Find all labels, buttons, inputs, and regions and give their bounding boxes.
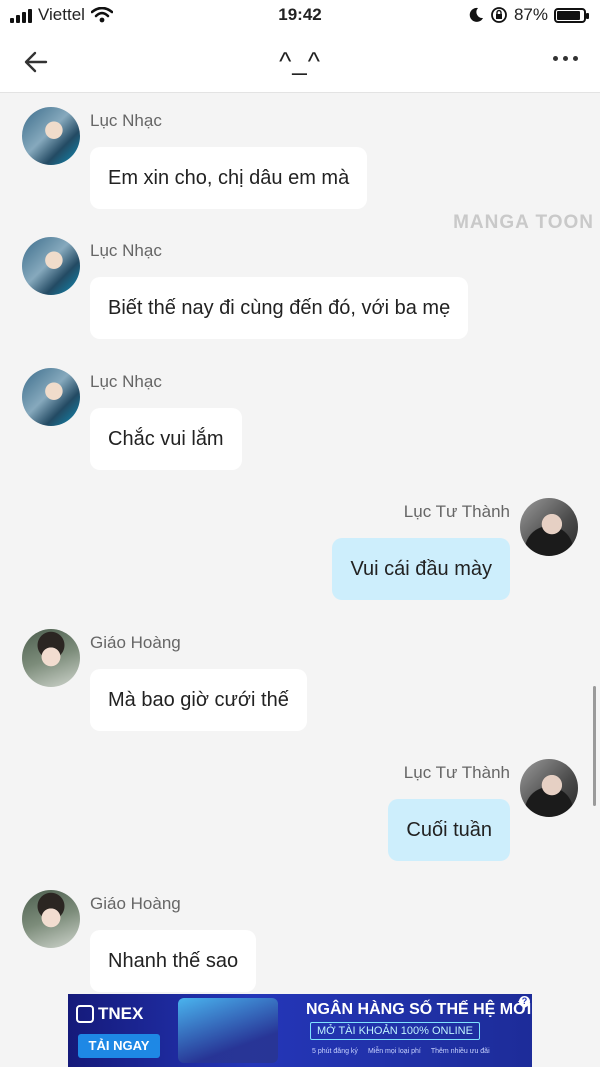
more-options-icon[interactable] — [553, 56, 578, 61]
battery-icon — [554, 7, 589, 23]
ad-brand-logo: TNEX — [76, 1004, 143, 1024]
ad-subline: MỞ TÀI KHOẢN 100% ONLINE — [310, 1022, 480, 1040]
chat-header: ^_^ — [0, 32, 600, 93]
message-bubble[interactable]: Vui cái đầu mày — [332, 538, 510, 600]
message-item: Giáo Hoàng Nhanh thế sao — [22, 876, 472, 996]
message-bubble[interactable]: Mà bao giờ cưới thế — [90, 669, 307, 731]
message-item: Lục Nhạc Chắc vui lắm — [22, 354, 472, 474]
message-bubble[interactable]: Biết thế nay đi cùng đến đó, với ba mẹ — [90, 277, 469, 339]
sender-avatar[interactable] — [22, 629, 80, 687]
sender-avatar[interactable] — [22, 890, 80, 948]
message-bubble[interactable]: Chắc vui lắm — [90, 408, 242, 470]
sender-name: Giáo Hoàng — [90, 894, 181, 913]
ad-feature: 5 phút đăng ký — [312, 1048, 358, 1055]
sender-name: Lục Nhạc — [90, 111, 162, 130]
message-item: Lục Tư Thành Vui cái đầu mày — [128, 484, 578, 604]
message-list[interactable]: Lục Nhạc Em xin cho, chị dâu em mà Lục N… — [0, 93, 600, 993]
message-item: Lục Nhạc Biết thế nay đi cùng đến đó, vớ… — [22, 223, 482, 343]
ad-headline: NGÂN HÀNG SỐ THẾ HỆ MỚI — [306, 1001, 532, 1018]
status-indicators: 87% — [468, 5, 589, 25]
sender-avatar[interactable] — [520, 759, 578, 817]
chat-title: ^_^ — [279, 46, 321, 76]
sender-name: Lục Nhạc — [90, 241, 162, 260]
rotation-lock-icon — [491, 7, 507, 23]
sender-avatar[interactable] — [22, 368, 80, 426]
sender-avatar[interactable] — [520, 498, 578, 556]
message-item: Giáo Hoàng Mà bao giờ cưới thế — [22, 615, 472, 735]
do-not-disturb-moon-icon — [469, 7, 483, 22]
ad-banner[interactable]: TNEX TẢI NGAY NGÂN HÀNG SỐ THẾ HỆ MỚI MỞ… — [68, 994, 532, 1067]
ad-feature: Thêm nhiều ưu đãi — [430, 1048, 490, 1055]
ad-info-icon[interactable]: ? — [519, 996, 530, 1007]
ad-phone-illustration — [178, 998, 278, 1063]
tnex-logo-icon — [76, 1005, 94, 1023]
ad-brand-name: TNEX — [98, 1004, 144, 1023]
sender-avatar[interactable] — [22, 237, 80, 295]
status-bar: Viettel 19:42 87% — [0, 0, 600, 32]
message-item: Lục Nhạc Em xin cho, chị dâu em mà — [22, 93, 472, 213]
ad-download-button[interactable]: TẢI NGAY — [78, 1034, 160, 1058]
message-item: Lục Tư Thành Cuối tuần — [128, 745, 578, 865]
message-bubble[interactable]: Nhanh thế sao — [90, 930, 257, 992]
battery-percent: 87% — [513, 5, 548, 24]
ad-features: 5 phút đăng ký Miễn mọi loại phí Thêm nh… — [312, 1048, 490, 1055]
sender-avatar[interactable] — [22, 107, 80, 165]
sender-name: Lục Tư Thành — [403, 502, 510, 521]
message-bubble[interactable]: Em xin cho, chị dâu em mà — [90, 147, 368, 209]
sender-name: Lục Tư Thành — [403, 763, 510, 782]
sender-name: Lục Nhạc — [90, 372, 162, 391]
scrollbar[interactable] — [593, 686, 596, 806]
message-bubble[interactable]: Cuối tuần — [388, 799, 510, 861]
battery-fill — [557, 10, 580, 20]
ad-feature: Miễn mọi loại phí — [367, 1048, 421, 1055]
sender-name: Giáo Hoàng — [90, 633, 181, 652]
